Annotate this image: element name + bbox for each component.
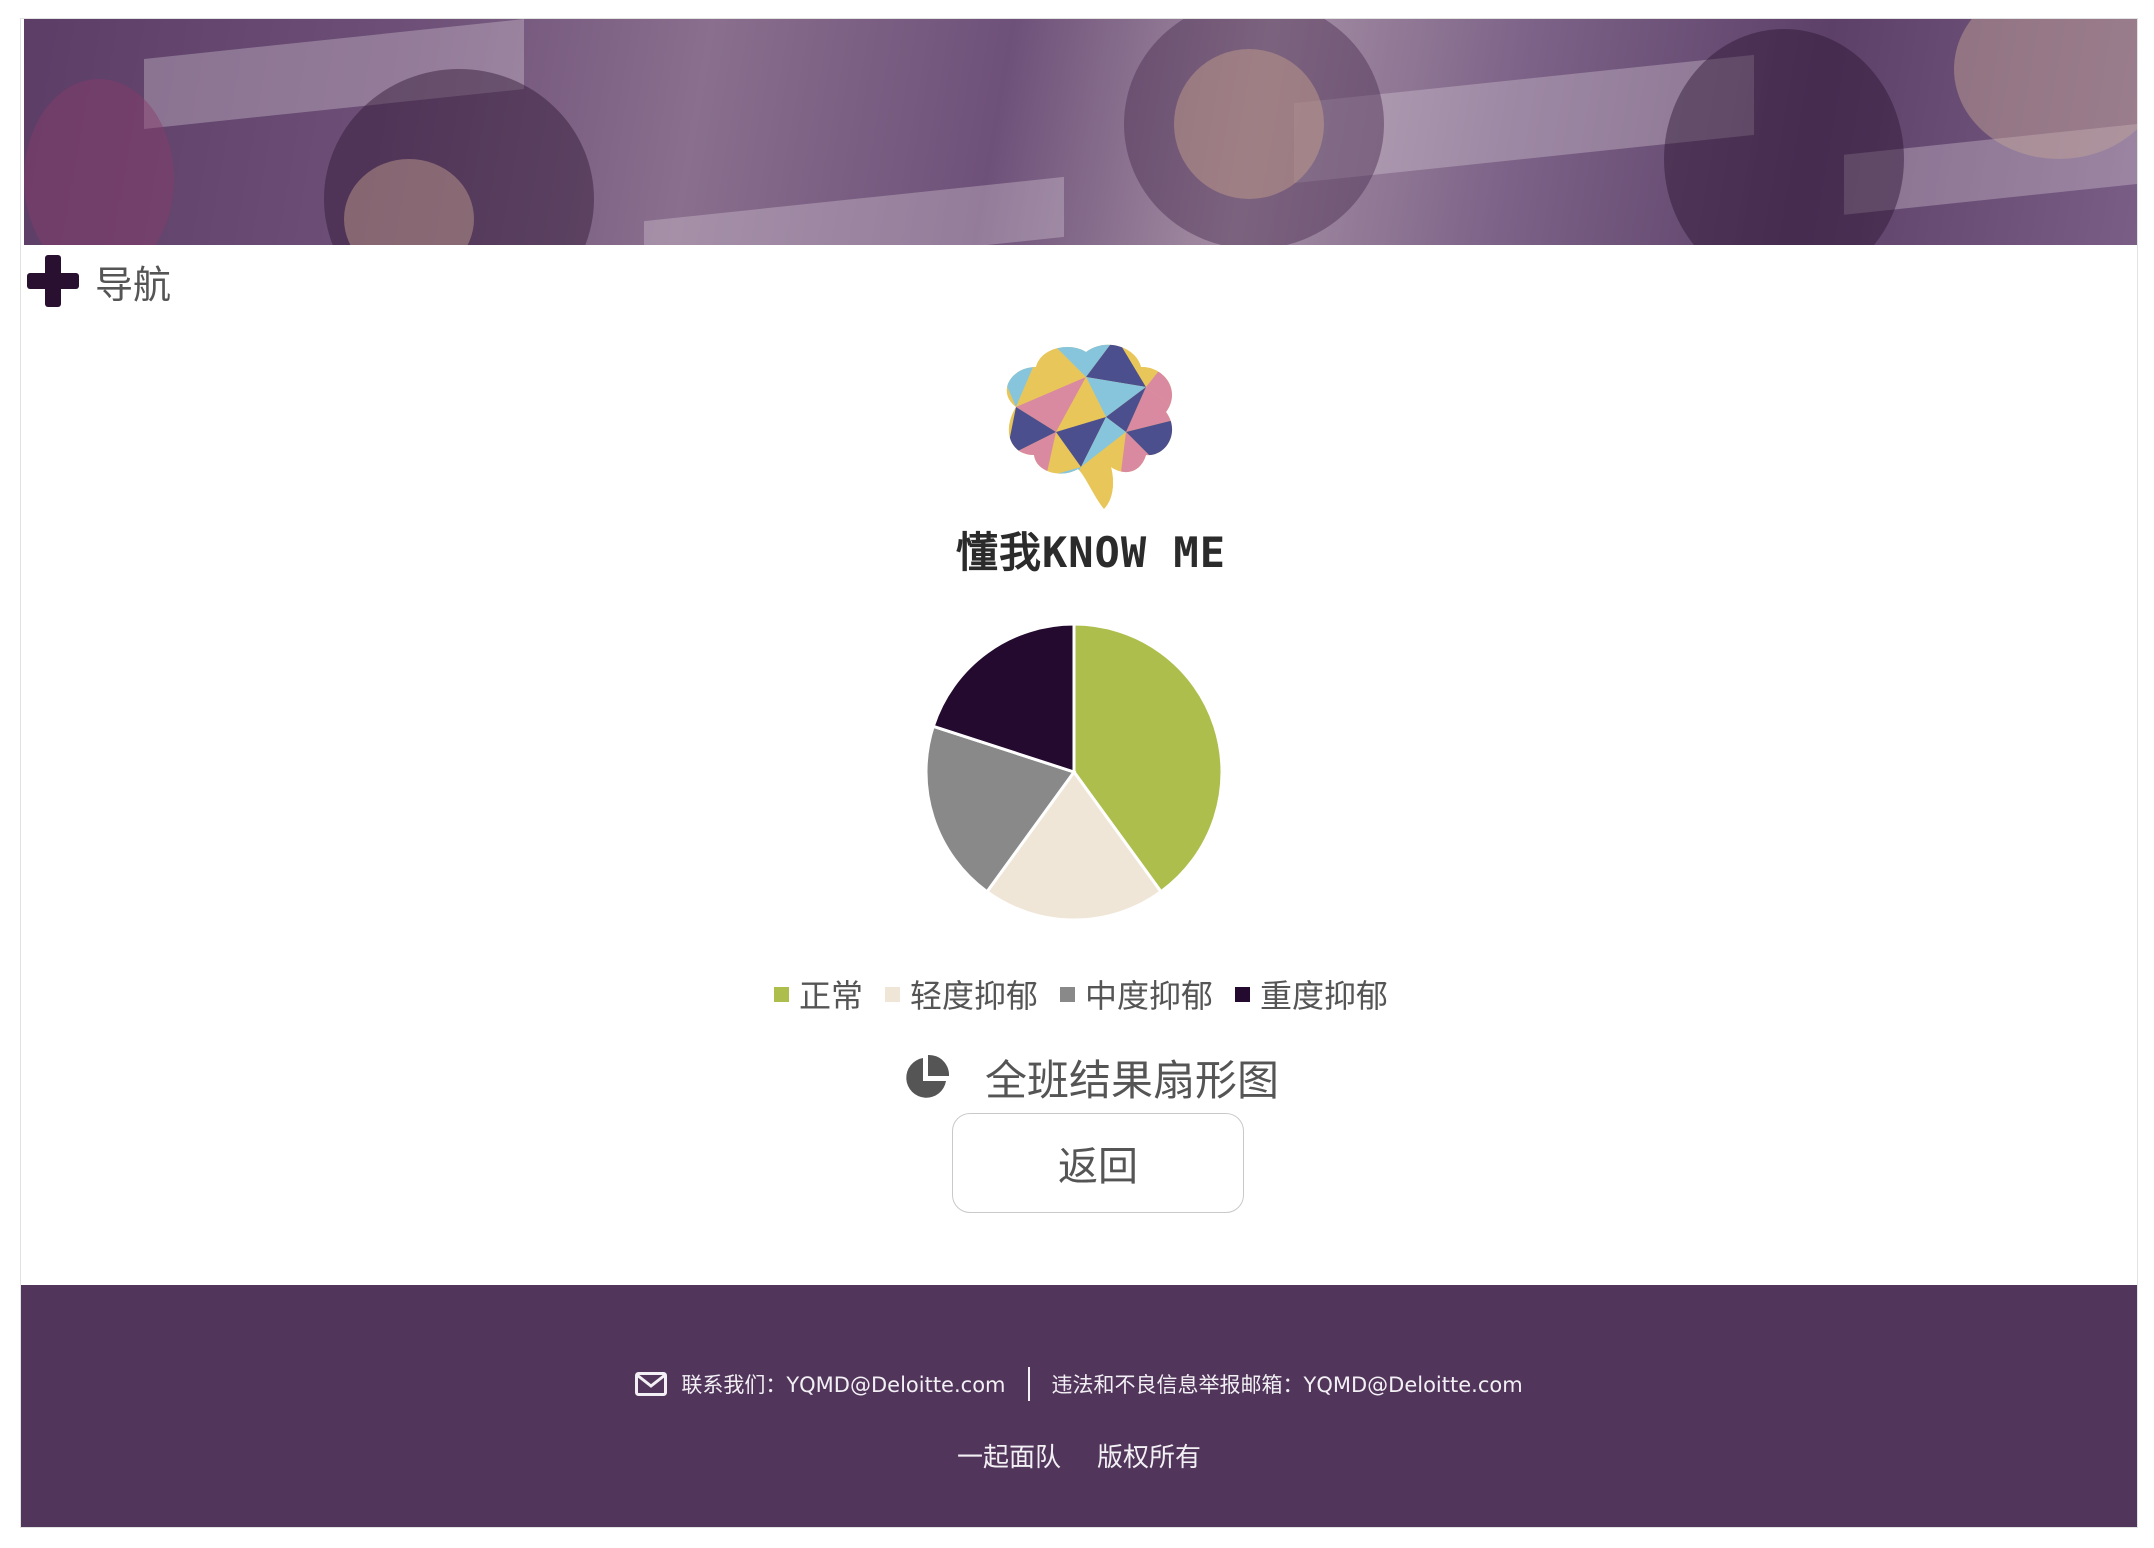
legend-swatch-2 [1060, 986, 1075, 1002]
legend-swatch-3 [1235, 986, 1251, 1002]
copyright-text: 版权所有 [1097, 1443, 1202, 1473]
report-email-link[interactable]: 违法和不良信息举报邮箱：YQMD@Deloitte.com [1052, 1369, 1523, 1399]
footer-divider [1027, 1367, 1030, 1401]
legend-swatch-0 [773, 986, 789, 1002]
legend-label-3: 重度抑郁 [1260, 977, 1389, 1015]
nav-toggle[interactable]: 导航 [25, 251, 171, 311]
footer: 联系我们：YQMD@Deloitte.com 违法和不良信息举报邮箱：YQMD@… [21, 1285, 2137, 1527]
legend-item-2: 中度抑郁 [1060, 971, 1213, 1017]
chart-title: 全班结果扇形图 [985, 1056, 1280, 1105]
legend-label-0: 正常 [798, 977, 863, 1015]
legend-label-2: 中度抑郁 [1085, 977, 1214, 1015]
legend-label-1: 轻度抑郁 [909, 977, 1038, 1015]
plus-icon [25, 253, 81, 309]
pie-chart-icon [906, 1054, 950, 1098]
chart-legend: 正常 轻度抑郁 中度抑郁 重度抑郁 [701, 971, 1461, 1017]
legend-swatch-1 [884, 986, 900, 1002]
team-name: 一起面队 [956, 1443, 1061, 1473]
pie-chart [924, 622, 1224, 922]
footer-team-row: 一起面队 版权所有 [21, 1437, 2137, 1474]
back-button[interactable]: 返回 [952, 1113, 1244, 1213]
brand-name: 懂我KNOW ME [955, 528, 1226, 577]
brain-logo-icon [1006, 344, 1173, 510]
footer-contact-row: 联系我们：YQMD@Deloitte.com 违法和不良信息举报邮箱：YQMD@… [21, 1367, 2137, 1401]
hero-banner-image [24, 19, 2137, 245]
legend-item-1: 轻度抑郁 [884, 971, 1038, 1017]
chart-title-row: 全班结果扇形图 [901, 1047, 1401, 1108]
page-frame: 导航 懂我KNOW ME 正常 轻度抑郁 中度抑郁 重度抑郁 全班结果扇形图 返… [20, 18, 2138, 1528]
nav-label: 导航 [95, 262, 172, 307]
legend-item-3: 重度抑郁 [1235, 971, 1388, 1017]
legend-item-0: 正常 [773, 971, 863, 1017]
contact-email-link[interactable]: 联系我们：YQMD@Deloitte.com [681, 1369, 1005, 1399]
mail-icon [635, 1372, 668, 1396]
